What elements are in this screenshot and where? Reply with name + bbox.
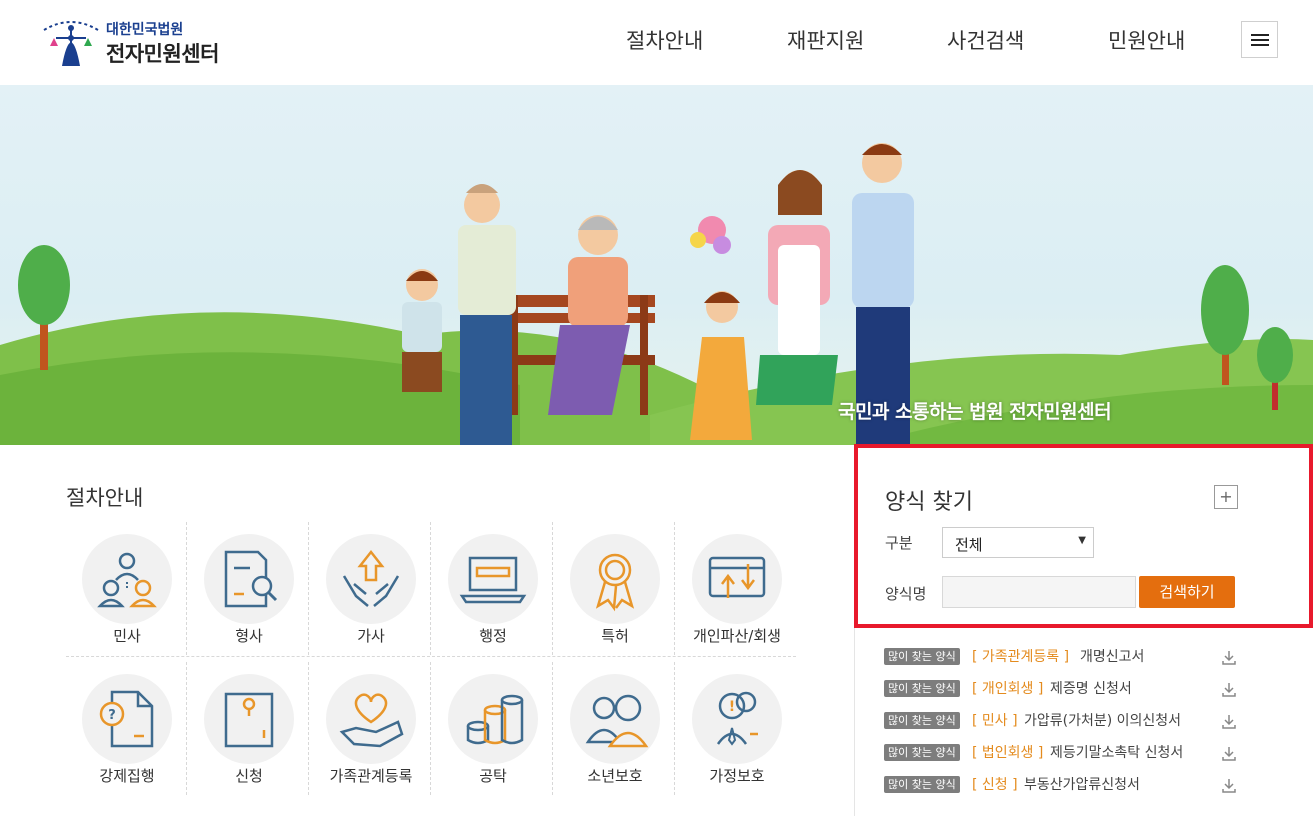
procedure-guide-title: 절차안내 [66, 486, 144, 510]
logo-title: 전자민원센터 [106, 42, 219, 66]
two-people-icon [585, 694, 649, 748]
list-item[interactable]: 많이 찾는 양식 [ 민사 ] 가압류(가처분) 이의신청서 [884, 708, 1244, 730]
form-category: [ 가족관계등록 ] [972, 649, 1070, 665]
nav-civil-service-guide[interactable]: 민원안내 [1108, 25, 1185, 55]
download-icon[interactable] [1220, 680, 1238, 698]
form-search-panel: 양식 찾기 + 구분 전체 ▼ 양식명 검색하기 [854, 444, 1313, 628]
download-icon[interactable] [1220, 712, 1238, 730]
hamburger-menu-button[interactable] [1241, 21, 1278, 58]
download-icon[interactable] [1220, 776, 1238, 794]
list-item[interactable]: 많이 찾는 양식 [ 개인회생 ] 제증명 신청서 [884, 676, 1244, 698]
svg-text:!: ! [729, 699, 735, 715]
person-magnifier-icon: ! [716, 691, 758, 746]
procedure-deposit[interactable]: 공탁 [432, 662, 554, 800]
procedure-civil[interactable]: 민사 [66, 522, 188, 660]
procedure-label: 가정보호 [709, 767, 765, 785]
procedure-label: 행정 [479, 627, 507, 645]
document-magnifier-icon [224, 550, 278, 608]
procedure-domestic-protection[interactable]: ! 가정보호 [676, 662, 798, 800]
procedure-label: 공탁 [479, 767, 507, 785]
form-name-input[interactable] [942, 576, 1136, 608]
procedure-criminal[interactable]: 형사 [188, 522, 310, 660]
form-category: [ 민사 ] [972, 713, 1018, 729]
heart-hand-icon [339, 693, 404, 748]
procedure-label: 소년보호 [587, 767, 643, 785]
people-network-icon [97, 552, 157, 608]
popular-badge: 많이 찾는 양식 [884, 712, 960, 729]
nav-case-search[interactable]: 사건검색 [947, 25, 1024, 55]
form-search-title: 양식 찾기 [885, 490, 973, 515]
procedure-juvenile-protection[interactable]: 소년보호 [554, 662, 676, 800]
svg-text:?: ? [108, 708, 116, 723]
popular-badge: 많이 찾는 양식 [884, 648, 960, 665]
hands-house-icon [342, 549, 400, 607]
category-label: 구분 [885, 534, 913, 552]
form-category: [ 개인회생 ] [972, 681, 1044, 697]
procedure-enforcement[interactable]: ? 강제집행 [66, 662, 188, 800]
form-name: 제등기말소촉탁 신청서 [1050, 745, 1184, 761]
procedure-label: 특허 [601, 627, 629, 645]
court-emblem-icon [43, 21, 99, 66]
banner-caption: 국민과 소통하는 법원 전자민원센터 [838, 401, 1112, 423]
procedure-label: 가족관계등록 [329, 767, 413, 785]
form-name: 가압류(가처분) 이의신청서 [1024, 713, 1182, 729]
procedure-grid: 민사 형사 가사 행정 특허 개인파산/회생 ? 강제집행 신청 가족관계등록 … [66, 522, 796, 800]
list-item[interactable]: 많이 찾는 양식 [ 법인회생 ] 제등기말소촉탁 신청서 [884, 740, 1244, 762]
form-name: 제증명 신청서 [1050, 681, 1132, 697]
envelope-icon [224, 692, 274, 748]
form-name-label: 양식명 [885, 585, 927, 603]
list-item[interactable]: 많이 찾는 양식 [ 가족관계등록 ] 개명신고서 [884, 644, 1244, 666]
search-button[interactable]: 검색하기 [1139, 576, 1235, 608]
download-icon[interactable] [1220, 744, 1238, 762]
procedure-label: 가사 [357, 627, 385, 645]
procedure-family[interactable]: 가사 [310, 522, 432, 660]
question-document-icon: ? [99, 690, 154, 748]
download-icon[interactable] [1220, 648, 1238, 666]
procedure-family-registry[interactable]: 가족관계등록 [310, 662, 432, 800]
procedure-label: 개인파산/회생 [693, 627, 781, 645]
procedure-application[interactable]: 신청 [188, 662, 310, 800]
hero-banner: 국민과 소통하는 법원 전자민원센터 [0, 85, 1313, 445]
laptop-icon [459, 556, 527, 604]
family-illustration [0, 143, 1313, 445]
dropdown-arrow-icon: ▼ [1078, 535, 1086, 546]
procedure-bankruptcy[interactable]: 개인파산/회생 [676, 522, 798, 660]
category-selected-value: 전체 [955, 536, 983, 554]
popular-badge: 많이 찾는 양식 [884, 744, 960, 761]
form-category: [ 법인회생 ] [972, 745, 1044, 761]
nav-trial-support[interactable]: 재판지원 [787, 25, 864, 55]
procedure-label: 민사 [113, 627, 141, 645]
form-name: 부동산가압류신청서 [1024, 777, 1140, 793]
procedure-label: 형사 [235, 627, 263, 645]
site-logo[interactable]: 대한민국법원 전자민원센터 [40, 16, 240, 70]
award-ribbon-icon [595, 553, 635, 612]
form-name: 개명신고서 [1080, 649, 1145, 665]
more-forms-button[interactable]: + [1214, 485, 1238, 509]
card-arrows-icon [708, 556, 766, 598]
header: 대한민국법원 전자민원센터 절차안내 재판지원 사건검색 민원안내 [0, 0, 1313, 85]
procedure-administrative[interactable]: 행정 [432, 522, 554, 660]
form-category: [ 신청 ] [972, 777, 1018, 793]
logo-subtitle: 대한민국법원 [106, 22, 184, 38]
hamburger-icon [1251, 34, 1269, 36]
coins-icon [466, 694, 524, 745]
list-item[interactable]: 많이 찾는 양식 [ 신청 ] 부동산가압류신청서 [884, 772, 1244, 794]
panel-divider [854, 628, 855, 816]
popular-badge: 많이 찾는 양식 [884, 776, 960, 793]
procedure-patent[interactable]: 특허 [554, 522, 676, 660]
nav-procedure-guide[interactable]: 절차안내 [626, 25, 703, 55]
procedure-label: 강제집행 [99, 767, 155, 785]
procedure-label: 신청 [235, 767, 263, 785]
popular-badge: 많이 찾는 양식 [884, 680, 960, 697]
category-select[interactable]: 전체 ▼ [942, 527, 1094, 558]
